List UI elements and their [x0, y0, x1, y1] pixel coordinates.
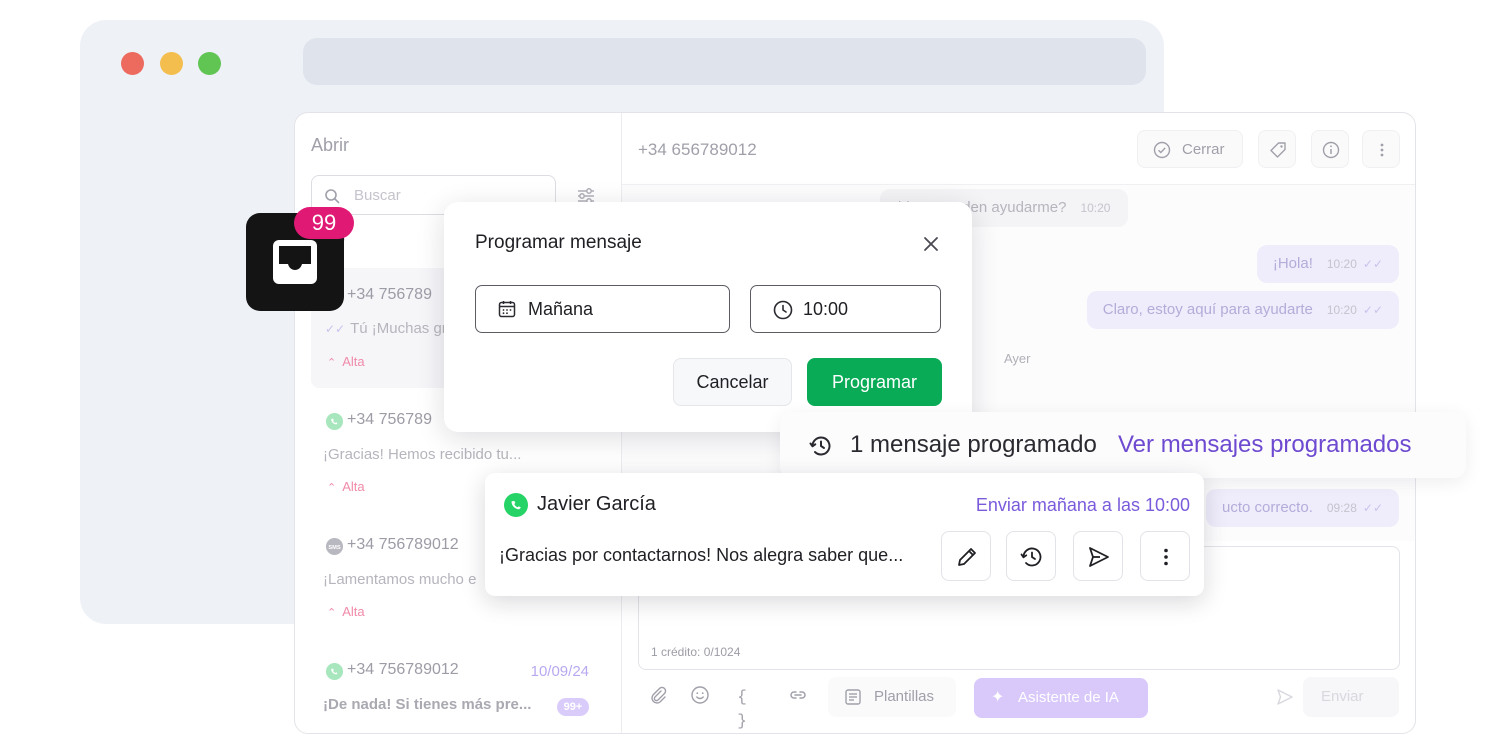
- priority-up-icon: ⌃: [327, 357, 337, 369]
- variables-icon[interactable]: { }: [730, 685, 754, 730]
- scheduled-messages-banner: 1 mensaje programado Ver mensajes progra…: [780, 412, 1466, 478]
- tag-icon: [1270, 142, 1286, 158]
- link-icon[interactable]: [786, 685, 810, 709]
- emoji-icon[interactable]: [688, 685, 712, 709]
- priority-up-icon: ⌃: [327, 607, 337, 619]
- sms-icon: SMS: [325, 537, 344, 556]
- conversation-phone: +34 756789: [347, 286, 432, 303]
- schedule-button[interactable]: Programar: [807, 358, 942, 406]
- search-icon: [325, 189, 340, 204]
- clock-icon: [773, 300, 793, 320]
- tag-button[interactable]: [1258, 130, 1296, 168]
- conversation-preview: ✓✓ Tú ¡Muchas gr: [325, 320, 447, 337]
- credit-counter: 1 crédito: 0/1024: [651, 645, 741, 659]
- reschedule-button[interactable]: [1006, 531, 1056, 581]
- more-actions-button[interactable]: [1140, 531, 1190, 581]
- conversation-date: 10/09/24: [530, 663, 589, 680]
- maximize-window-dot[interactable]: [198, 52, 221, 75]
- read-check-icon: ✓✓: [325, 322, 346, 336]
- templates-button[interactable]: Plantillas: [828, 677, 956, 717]
- read-check-icon: ✓✓: [1362, 501, 1383, 515]
- message-bubble: Claro, estoy aquí para ayudarte 10:20 ✓✓: [1086, 291, 1399, 329]
- inbox-count-badge: 99: [294, 207, 354, 239]
- template-icon: [845, 689, 861, 705]
- ai-assistant-label: Asistente de IA: [1018, 689, 1119, 706]
- send-button[interactable]: Enviar: [1303, 677, 1399, 717]
- scheduled-time-text: Enviar mañana a las 10:00: [975, 495, 1190, 515]
- info-button[interactable]: [1311, 130, 1349, 168]
- check-circle-icon: [1153, 141, 1171, 159]
- whatsapp-icon: [325, 662, 344, 681]
- view-scheduled-link[interactable]: Ver mensajes programados: [1118, 431, 1411, 459]
- composer-toolbar: { } Plantillas ✦ Asistente de IA Enviar: [638, 677, 1399, 730]
- message-bubble: ¡Hola! 10:20 ✓✓: [1256, 245, 1399, 283]
- edit-button[interactable]: [941, 531, 991, 581]
- sparkle-icon: ✦: [991, 689, 1005, 706]
- conversation-phone: +34 756789012: [347, 661, 459, 678]
- more-icon: [1164, 548, 1168, 566]
- more-vertical-icon: [1380, 143, 1384, 157]
- cancel-button[interactable]: Cancelar: [673, 358, 792, 406]
- address-bar[interactable]: [303, 38, 1146, 85]
- priority-label: ⌃ Alta: [327, 354, 365, 369]
- whatsapp-icon: [325, 412, 344, 431]
- pencil-icon: [958, 548, 976, 566]
- close-conversation-button[interactable]: Cerrar: [1137, 130, 1243, 168]
- priority-label: ⌃ Alta: [327, 604, 365, 619]
- read-check-icon: ✓✓: [1362, 257, 1383, 271]
- conversation-phone: +34 756789: [347, 411, 432, 428]
- svg-text:SMS: SMS: [328, 545, 341, 551]
- unread-count-badge: 99+: [557, 698, 589, 716]
- conversation-preview: ¡De nada! Si tienes más pre...: [323, 696, 532, 713]
- dialog-title: Programar mensaje: [475, 232, 642, 253]
- day-separator: Ayer: [1004, 351, 1031, 366]
- contact-name: Javier García: [537, 493, 656, 515]
- search-placeholder: Buscar: [354, 187, 401, 204]
- message-bubble: ucto correcto. 09:28 ✓✓: [1205, 489, 1399, 527]
- chat-header: +34 656789012 Cerrar: [622, 113, 1415, 185]
- attachment-icon[interactable]: [646, 685, 670, 709]
- ai-assistant-button[interactable]: ✦ Asistente de IA: [974, 678, 1148, 718]
- scheduled-message-card: Javier García Enviar mañana a las 10:00 …: [485, 473, 1204, 596]
- whatsapp-icon: [504, 493, 528, 517]
- read-check-icon: ✓✓: [1362, 303, 1383, 317]
- clock-icon: [1020, 547, 1042, 567]
- time-value: 10:00: [803, 299, 849, 319]
- schedule-message-dialog: Programar mensaje Mañana 10:00 Cancelar …: [444, 202, 972, 432]
- more-options-button[interactable]: [1362, 130, 1400, 168]
- scheduled-count-text: 1 mensaje programado: [850, 431, 1097, 458]
- conversation-preview: ¡Gracias! Hemos recibido tu...: [323, 446, 522, 463]
- priority-label: ⌃ Alta: [327, 479, 365, 494]
- minimize-window-dot[interactable]: [160, 52, 183, 75]
- priority-up-icon: ⌃: [327, 482, 337, 494]
- conversation-item[interactable]: +34 756789012 10/09/24 ¡De nada! Si tien…: [311, 648, 607, 733]
- close-icon[interactable]: [920, 233, 942, 255]
- templates-label: Plantillas: [874, 688, 935, 705]
- conversation-phone: +34 756789012: [347, 536, 459, 553]
- schedule-send-icon[interactable]: [1275, 687, 1295, 712]
- close-label: Cerrar: [1182, 141, 1225, 158]
- send-label: Enviar: [1321, 688, 1364, 705]
- calendar-icon: [498, 301, 516, 318]
- send-now-button[interactable]: [1073, 531, 1123, 581]
- close-window-dot[interactable]: [121, 52, 144, 75]
- conversation-preview: ¡Lamentamos mucho e: [323, 571, 477, 588]
- chat-contact-phone: +34 656789012: [638, 140, 757, 159]
- scheduled-message-preview: ¡Gracias por contactarnos! Nos alegra sa…: [499, 545, 904, 565]
- date-picker[interactable]: Mañana: [475, 285, 730, 333]
- info-icon: [1322, 141, 1340, 159]
- send-icon: [1089, 547, 1109, 567]
- sidebar-title: Abrir: [311, 135, 350, 155]
- scheduled-clock-icon: [809, 436, 831, 456]
- time-picker[interactable]: 10:00: [750, 285, 941, 333]
- date-value: Mañana: [528, 299, 594, 319]
